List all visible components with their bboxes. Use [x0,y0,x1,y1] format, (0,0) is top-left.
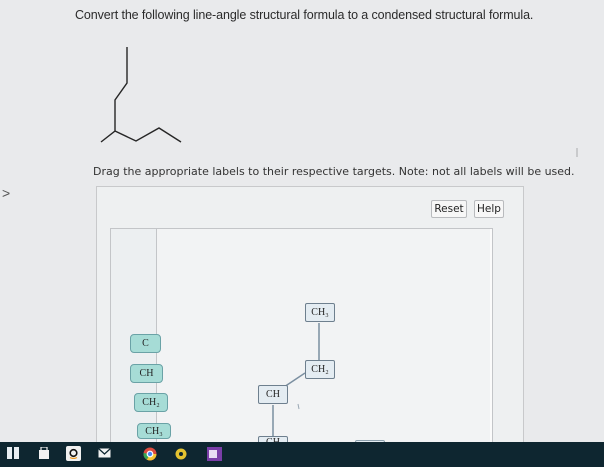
start-icon[interactable] [6,446,20,460]
label-chip-ch3[interactable]: CH₃ [137,423,171,439]
amazon-icon[interactable] [66,446,81,461]
target-bonds [272,323,320,436]
label-chip-c[interactable]: C [130,334,161,353]
drop-target-2[interactable]: CH₂ [305,360,335,379]
onenote-icon[interactable] [206,446,222,461]
store-icon[interactable] [37,446,51,460]
windows-taskbar [0,442,604,467]
drop-target-3[interactable]: CH [258,385,288,404]
drop-target-1[interactable]: CH₃ [305,303,335,322]
mail-icon[interactable] [97,446,111,460]
settings-icon[interactable] [173,446,188,461]
label-chip-ch2[interactable]: CH₂ [134,393,168,412]
label-chip-ch[interactable]: CH [130,364,163,383]
chrome-icon[interactable] [142,446,157,461]
